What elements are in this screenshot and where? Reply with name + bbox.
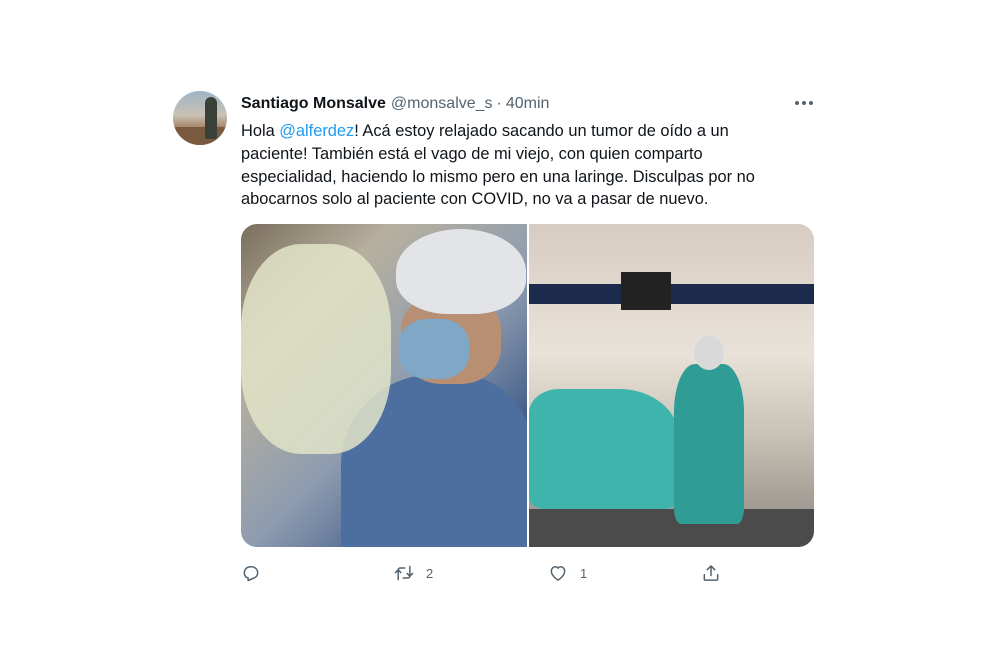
share-button[interactable] (701, 561, 721, 585)
photo-floor (528, 509, 814, 547)
tweet-page: Santiago Monsalve @monsalve_s · 40min Ho… (0, 0, 992, 661)
share-icon (703, 565, 719, 581)
more-dot (809, 101, 813, 105)
like-icon (550, 566, 566, 581)
retweet-icon (394, 565, 414, 581)
tweet-text: Hola @alferdez! Acá estoy relajado sacan… (241, 120, 786, 211)
photo-patient-drape (528, 389, 679, 509)
tweet-media (241, 224, 814, 547)
photo-wall-stripe (528, 284, 814, 304)
photo-microscope-drape (241, 244, 391, 454)
author-avatar[interactable] (173, 91, 227, 145)
mention-link[interactable]: @alferdez (279, 122, 354, 140)
photo-monitor (620, 272, 671, 310)
more-dot (802, 101, 806, 105)
more-options-icon[interactable] (786, 92, 822, 114)
photo-mask (399, 319, 469, 379)
avatar-ground (173, 127, 227, 145)
photo-surgeon-microscope[interactable] (241, 224, 527, 547)
photo-surgeon-head (693, 336, 724, 370)
photo-cap (396, 229, 526, 314)
reply-icon (243, 566, 259, 582)
retweet-button[interactable]: 2 (394, 561, 433, 585)
photo-surgeon (673, 364, 744, 524)
header-separator: · (496, 95, 502, 112)
photo-operating-room[interactable] (528, 224, 814, 547)
tweet-text-start: Hola (241, 122, 280, 140)
like-count: 1 (580, 565, 588, 581)
like-button[interactable]: 1 (548, 561, 587, 585)
reply-button[interactable] (241, 561, 273, 585)
avatar-figure (205, 97, 217, 139)
tweet-header: Santiago Monsalve @monsalve_s · 40min (241, 93, 549, 115)
retweet-count: 2 (426, 565, 434, 581)
author-name[interactable]: Santiago Monsalve (241, 95, 386, 113)
author-handle[interactable]: @monsalve_s (391, 95, 493, 113)
more-dot (795, 101, 799, 105)
tweet-time[interactable]: 40min (506, 95, 550, 113)
tweet-actions: 2 1 (241, 561, 771, 585)
